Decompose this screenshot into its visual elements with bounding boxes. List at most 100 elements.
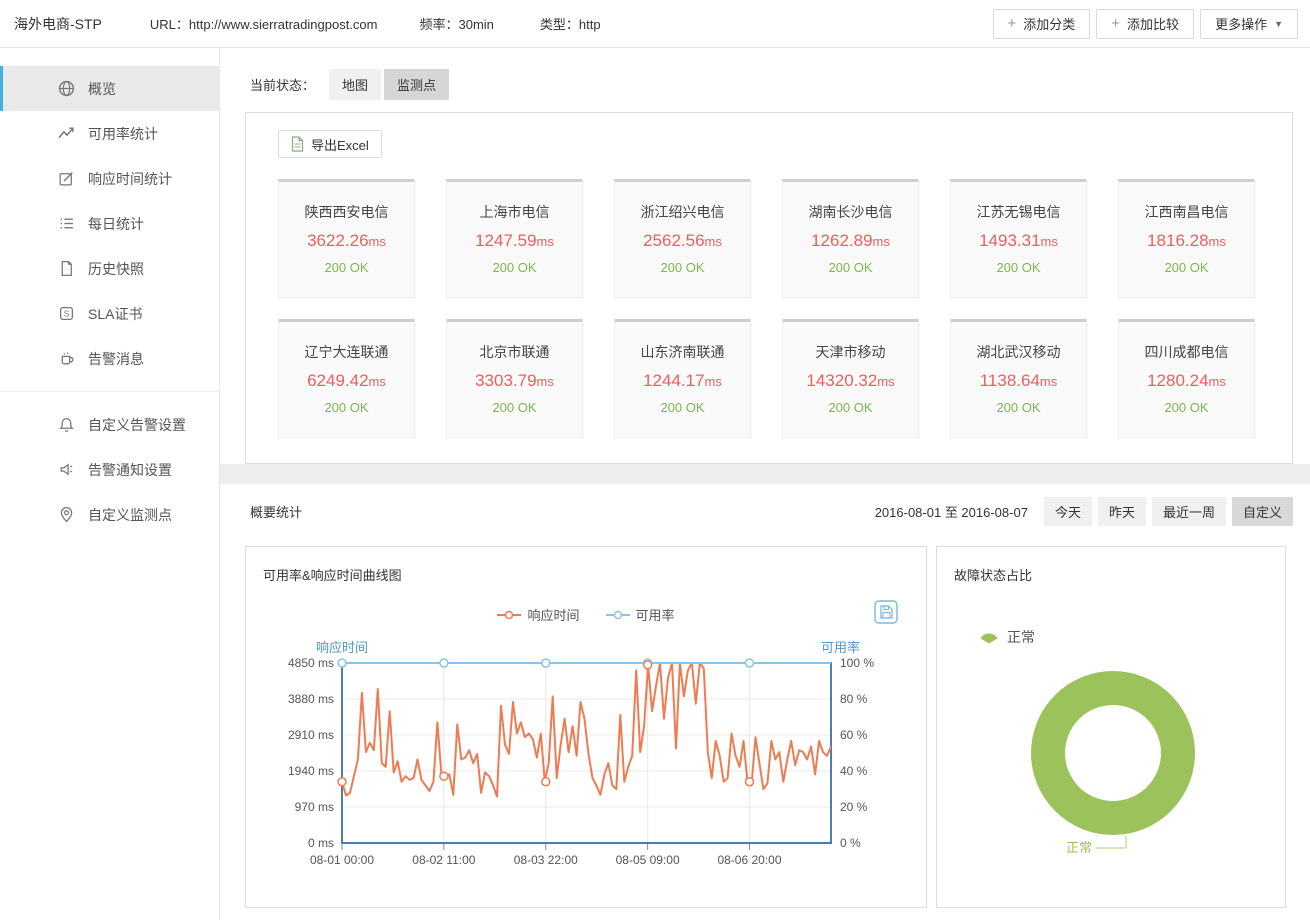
add-category-label: 添加分类	[1023, 14, 1075, 33]
monitor-card: 北京市联通 3303.79ms 200 OK	[446, 319, 583, 438]
http-status: 200 OK	[783, 400, 918, 415]
pin-icon	[58, 506, 76, 524]
monitor-card: 湖南长沙电信 1262.89ms 200 OK	[782, 179, 919, 298]
monitor-card: 辽宁大连联通 6249.42ms 200 OK	[278, 319, 415, 438]
sidebar-item-8[interactable]: 自定义告警设置	[0, 402, 219, 447]
add-compare-button[interactable]: + 添加比较	[1096, 9, 1194, 39]
svg-text:08-06 20:00: 08-06 20:00	[717, 853, 781, 867]
app-root: 海外电商-STP URL：http://www.sierratradingpos…	[0, 0, 1310, 920]
save-image-icon[interactable]	[874, 600, 898, 624]
svg-text:08-01 00:00: 08-01 00:00	[310, 853, 374, 867]
bell-icon	[58, 416, 76, 434]
response-time-value: 1247.59ms	[447, 231, 582, 251]
list-icon	[58, 215, 76, 233]
svg-text:2910 ms: 2910 ms	[288, 728, 334, 742]
export-excel-button[interactable]: 导出Excel	[278, 130, 382, 158]
svg-text:100 %: 100 %	[840, 656, 874, 670]
monitor-location: 山东济南联通	[615, 342, 750, 362]
range-button-4[interactable]: 自定义	[1232, 497, 1293, 526]
trend-icon	[58, 125, 76, 143]
monitor-card: 山东济南联通 1244.17ms 200 OK	[614, 319, 751, 438]
svg-text:0 ms: 0 ms	[308, 836, 334, 850]
legend-marker-icon	[497, 610, 521, 620]
section-divider	[220, 464, 1310, 484]
status-tab-2[interactable]: 监测点	[384, 69, 449, 100]
sidebar: 概览 可用率统计 响应时间统计 每日统计 历史快照 S SLA证书 告警消息 自…	[0, 48, 220, 920]
date-range-text: 2016-08-01 至 2016-08-07	[875, 502, 1028, 521]
range-button-1[interactable]: 今天	[1044, 497, 1092, 526]
monitor-card: 上海市电信 1247.59ms 200 OK	[446, 179, 583, 298]
sidebar-item-10[interactable]: 自定义监测点	[0, 492, 219, 537]
response-time-value: 1138.64ms	[951, 371, 1086, 391]
plus-icon: +	[1111, 16, 1120, 31]
monitor-location: 湖北武汉移动	[951, 342, 1086, 362]
header-buttons: + 添加分类 + 添加比较 更多操作 ▼	[993, 9, 1299, 39]
sidebar-item-label: 告警通知设置	[88, 460, 172, 480]
sidebar-item-1[interactable]: 概览	[0, 66, 219, 111]
sidebar-item-label: 自定义监测点	[88, 505, 172, 525]
response-time-value: 1262.89ms	[783, 231, 918, 251]
svg-text:08-05 09:00: 08-05 09:00	[616, 853, 680, 867]
monitor-location: 天津市移动	[783, 342, 918, 362]
status-tab-1[interactable]: 地图	[329, 69, 381, 100]
svg-text:08-03 22:00: 08-03 22:00	[514, 853, 578, 867]
monitor-location: 浙江绍兴电信	[615, 202, 750, 222]
sidebar-item-label: 响应时间统计	[88, 169, 172, 189]
svg-text:40 %: 40 %	[840, 764, 868, 778]
sla-icon: S	[58, 305, 76, 323]
monitor-card: 浙江绍兴电信 2562.56ms 200 OK	[614, 179, 751, 298]
svg-text:1940 ms: 1940 ms	[288, 764, 334, 778]
sidebar-item-9[interactable]: 告警通知设置	[0, 447, 219, 492]
svg-text:08-02 11:00: 08-02 11:00	[412, 853, 475, 867]
site-title: 海外电商-STP	[14, 14, 102, 34]
donut-legend-label: 正常	[1007, 627, 1035, 647]
sidebar-item-6[interactable]: S SLA证书	[0, 291, 219, 336]
http-status: 200 OK	[1119, 260, 1254, 275]
legend-item[interactable]: 响应时间	[497, 605, 579, 624]
fan-legend-icon	[979, 630, 999, 645]
line-chart: 08-01 00:00 08-02 11:00 08-03 22:00 08-05 0…	[246, 651, 928, 891]
legend-item[interactable]: 可用率	[606, 605, 675, 624]
header: 海外电商-STP URL：http://www.sierratradingpos…	[0, 0, 1310, 48]
monitor-cards-grid: 陕西西安电信 3622.26ms 200 OK 上海市电信 1247.59ms …	[278, 179, 1255, 438]
response-time-value: 6249.42ms	[279, 371, 414, 391]
main-content: 当前状态： 地图 监测点 导出Excel 陕西西安电信 3622.26ms 20…	[220, 48, 1310, 920]
summary-title: 概要统计	[250, 502, 302, 521]
range-button-2[interactable]: 昨天	[1098, 497, 1146, 526]
monitor-location: 江西南昌电信	[1119, 202, 1254, 222]
monitor-card: 江西南昌电信 1816.28ms 200 OK	[1118, 179, 1255, 298]
megaphone-icon	[58, 461, 76, 479]
sidebar-item-label: 可用率统计	[88, 124, 158, 144]
donut-legend-item[interactable]: 正常	[979, 627, 1035, 647]
sidebar-item-7[interactable]: 告警消息	[0, 336, 219, 381]
http-status: 200 OK	[783, 260, 918, 275]
response-time-value: 1493.31ms	[951, 231, 1086, 251]
current-status-bar: 当前状态： 地图 监测点	[250, 70, 1310, 98]
sidebar-item-4[interactable]: 每日统计	[0, 201, 219, 246]
response-time-value: 2562.56ms	[615, 231, 750, 251]
sidebar-item-2[interactable]: 可用率统计	[0, 111, 219, 156]
http-status: 200 OK	[615, 400, 750, 415]
sidebar-item-5[interactable]: 历史快照	[0, 246, 219, 291]
monitor-location: 辽宁大连联通	[279, 342, 414, 362]
monitor-card: 江苏无锡电信 1493.31ms 200 OK	[950, 179, 1087, 298]
http-status: 200 OK	[447, 400, 582, 415]
monitor-card: 四川成都电信 1280.24ms 200 OK	[1118, 319, 1255, 438]
http-status: 200 OK	[951, 260, 1086, 275]
sidebar-item-label: SLA证书	[88, 304, 142, 324]
sidebar-item-label: 概览	[88, 79, 116, 99]
snapshot-icon	[58, 260, 76, 278]
svg-text:0 %: 0 %	[840, 836, 861, 850]
edit-icon	[58, 170, 76, 188]
range-button-3[interactable]: 最近一周	[1152, 497, 1226, 526]
more-actions-button[interactable]: 更多操作 ▼	[1200, 9, 1298, 39]
sidebar-item-label: 每日统计	[88, 214, 144, 234]
response-time-value: 1280.24ms	[1119, 371, 1254, 391]
svg-text:60 %: 60 %	[840, 728, 868, 742]
add-category-button[interactable]: + 添加分类	[993, 9, 1091, 39]
sidebar-item-3[interactable]: 响应时间统计	[0, 156, 219, 201]
globe-icon	[58, 80, 76, 98]
monitor-card: 天津市移动 14320.32ms 200 OK	[782, 319, 919, 438]
line-chart-legend: 响应时间 可用率	[246, 605, 926, 624]
fault-status-panel: 故障状态占比 正常 正常	[936, 546, 1286, 908]
